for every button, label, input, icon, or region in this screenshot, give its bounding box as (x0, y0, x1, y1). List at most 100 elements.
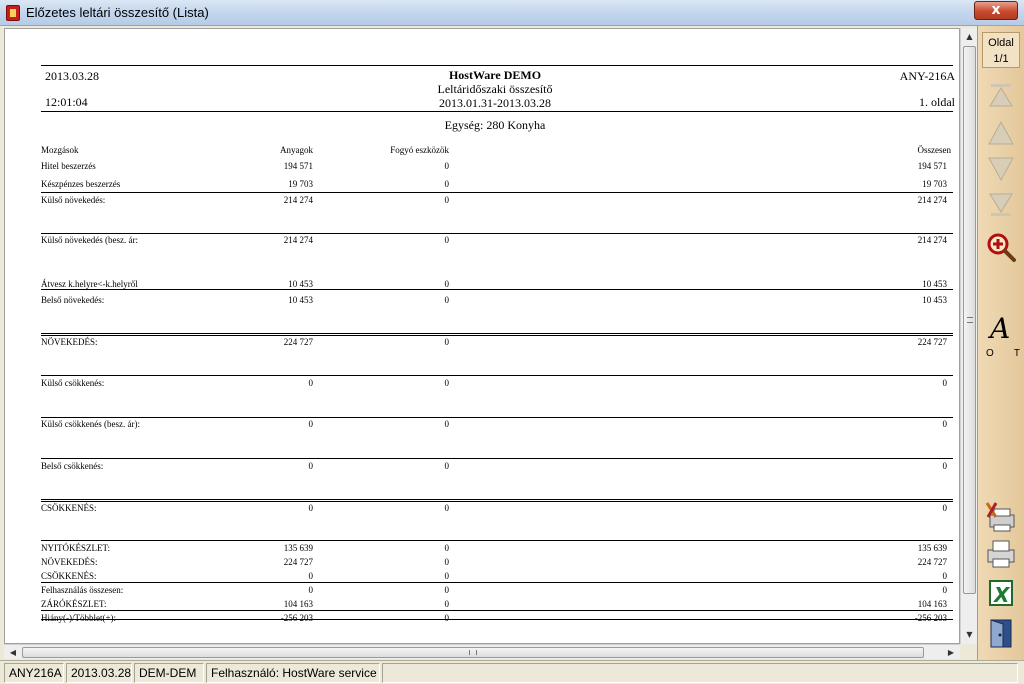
header-bottom-rule (41, 111, 953, 112)
printer-setup-icon[interactable] (984, 500, 1018, 534)
row-total-value: 0 (942, 419, 948, 429)
row-label: Külső csökkenés (besz. ár): (41, 419, 140, 429)
printer-icon[interactable] (984, 536, 1018, 570)
font-icon[interactable]: A (984, 310, 1018, 344)
row-consumables-value: 0 (444, 503, 450, 513)
vertical-scrollbar[interactable]: ▲ ▼ (960, 28, 977, 644)
row-consumables-value: 0 (444, 195, 450, 205)
report-subtitle: Leltáridőszaki összesítő (437, 82, 553, 96)
orientation-t-label[interactable]: T (1014, 348, 1020, 359)
horizontal-scrollbar[interactable]: ◀ ▶ (4, 644, 960, 659)
report-code: ANY-216A (899, 69, 955, 83)
scroll-down-icon[interactable]: ▼ (961, 627, 978, 643)
row-label: Hiány(-)/Többlet(+): (41, 613, 117, 623)
row-separator-rule (41, 610, 953, 611)
row-separator-rule (41, 417, 953, 418)
page-indicator-value: 1/1 (993, 53, 1009, 65)
row-materials-value: 10 453 (288, 295, 313, 305)
row-materials-value: 194 571 (283, 161, 313, 171)
row-total-value: 104 163 (917, 599, 947, 609)
row-separator-rule (41, 333, 953, 336)
scroll-up-icon[interactable]: ▲ (961, 29, 978, 45)
row-separator-rule (41, 192, 953, 193)
scroll-left-icon[interactable]: ◀ (5, 645, 21, 660)
window-title: Előzetes leltári összesítő (Lista) (26, 5, 209, 20)
row-label: CSÖKKENÉS: (41, 503, 97, 513)
page-indicator: Oldal 1/1 (982, 32, 1020, 68)
column-header-total: Összesen (917, 145, 952, 155)
exit-door-icon[interactable] (984, 616, 1018, 650)
orientation-labels: O T (986, 348, 1020, 359)
status-date: 2013.03.28 (66, 663, 132, 683)
page-number: 1. oldal (919, 95, 955, 109)
row-total-value: 0 (942, 585, 948, 595)
row-consumables-value: 0 (444, 419, 450, 429)
row-label: Külső csökkenés: (41, 378, 105, 388)
row-label: Belső növekedés: (41, 295, 105, 305)
svg-text:X: X (992, 583, 1011, 607)
row-separator-rule (41, 582, 953, 583)
zoom-icon[interactable] (984, 230, 1018, 264)
row-consumables-value: 0 (444, 161, 450, 171)
row-separator-rule (41, 458, 953, 459)
close-button[interactable]: x (974, 1, 1018, 20)
scroll-right-icon[interactable]: ▶ (943, 645, 959, 660)
row-total-value: 224 727 (917, 337, 947, 347)
row-label: CSÖKKENÉS: (41, 571, 97, 581)
vertical-scroll-thumb[interactable] (963, 46, 976, 594)
horizontal-scroll-thumb[interactable] (22, 647, 924, 658)
row-label: NÖVEKEDÉS: (41, 337, 98, 347)
next-page-icon[interactable] (984, 152, 1018, 186)
title-bar: Előzetes leltári összesítő (Lista) x (0, 0, 1024, 26)
column-header-materials: Anyagok (280, 145, 313, 155)
status-empty-panel (382, 663, 1018, 683)
row-separator-rule (41, 540, 953, 541)
row-separator-rule (41, 619, 953, 620)
row-materials-value: 214 274 (283, 195, 313, 205)
preview-toolbar: Oldal 1/1 A O T X (977, 26, 1024, 660)
column-header-movements: Mozgások (41, 145, 79, 155)
row-materials-value: 19 703 (288, 179, 313, 189)
status-database: DEM-DEM (134, 663, 204, 683)
row-label: Külső növekedés (besz. ár: (41, 235, 138, 245)
row-label: NYITÓKÉSZLET: (41, 543, 111, 553)
row-consumables-value: 0 (444, 585, 450, 595)
company-name: HostWare DEMO (448, 68, 542, 82)
unit-label: Egység: 280 Konyha (444, 118, 546, 132)
report-period: 2013.01.31-2013.03.28 (439, 96, 551, 110)
row-materials-value: 224 727 (283, 337, 313, 347)
report-time: 12:01:04 (45, 95, 88, 109)
row-materials-value: 0 (308, 419, 314, 429)
row-total-value: 135 639 (917, 543, 947, 553)
page-indicator-label: Oldal (988, 37, 1014, 49)
status-report-code: ANY216A (4, 663, 64, 683)
row-total-value: 214 274 (917, 195, 947, 205)
report-date: 2013.03.28 (45, 69, 99, 83)
previous-page-icon[interactable] (984, 116, 1018, 150)
row-materials-value: 214 274 (283, 235, 313, 245)
row-materials-value: 0 (308, 585, 314, 595)
row-total-value: 10 453 (922, 295, 947, 305)
status-user: Felhasználó: HostWare service (206, 663, 380, 683)
first-page-icon[interactable] (984, 78, 1018, 112)
row-materials-value: 0 (308, 461, 314, 471)
orientation-o-label[interactable]: O (986, 348, 994, 359)
row-consumables-value: 0 (444, 378, 450, 388)
row-separator-rule (41, 499, 953, 502)
row-total-value: 0 (942, 503, 948, 513)
row-total-value: 194 571 (917, 161, 947, 171)
row-consumables-value: 0 (444, 461, 450, 471)
row-label: Átvesz k.helyre<-k.helyről (41, 279, 138, 289)
excel-export-icon[interactable]: X (984, 576, 1018, 610)
row-label: Felhasználás összesen: (41, 585, 124, 595)
header-top-rule (41, 65, 953, 66)
svg-text:A: A (987, 312, 1010, 343)
row-label: NÖVEKEDÉS: (41, 557, 98, 567)
row-label: Készpénzes beszerzés (41, 179, 121, 189)
status-bar: ANY216A 2013.03.28 DEM-DEM Felhasználó: … (0, 660, 1024, 684)
row-materials-value: 10 453 (288, 279, 313, 289)
last-page-icon[interactable] (984, 188, 1018, 222)
row-consumables-value: 0 (444, 557, 450, 567)
row-materials-value: 0 (308, 571, 314, 581)
row-materials-value: 135 639 (283, 543, 313, 553)
